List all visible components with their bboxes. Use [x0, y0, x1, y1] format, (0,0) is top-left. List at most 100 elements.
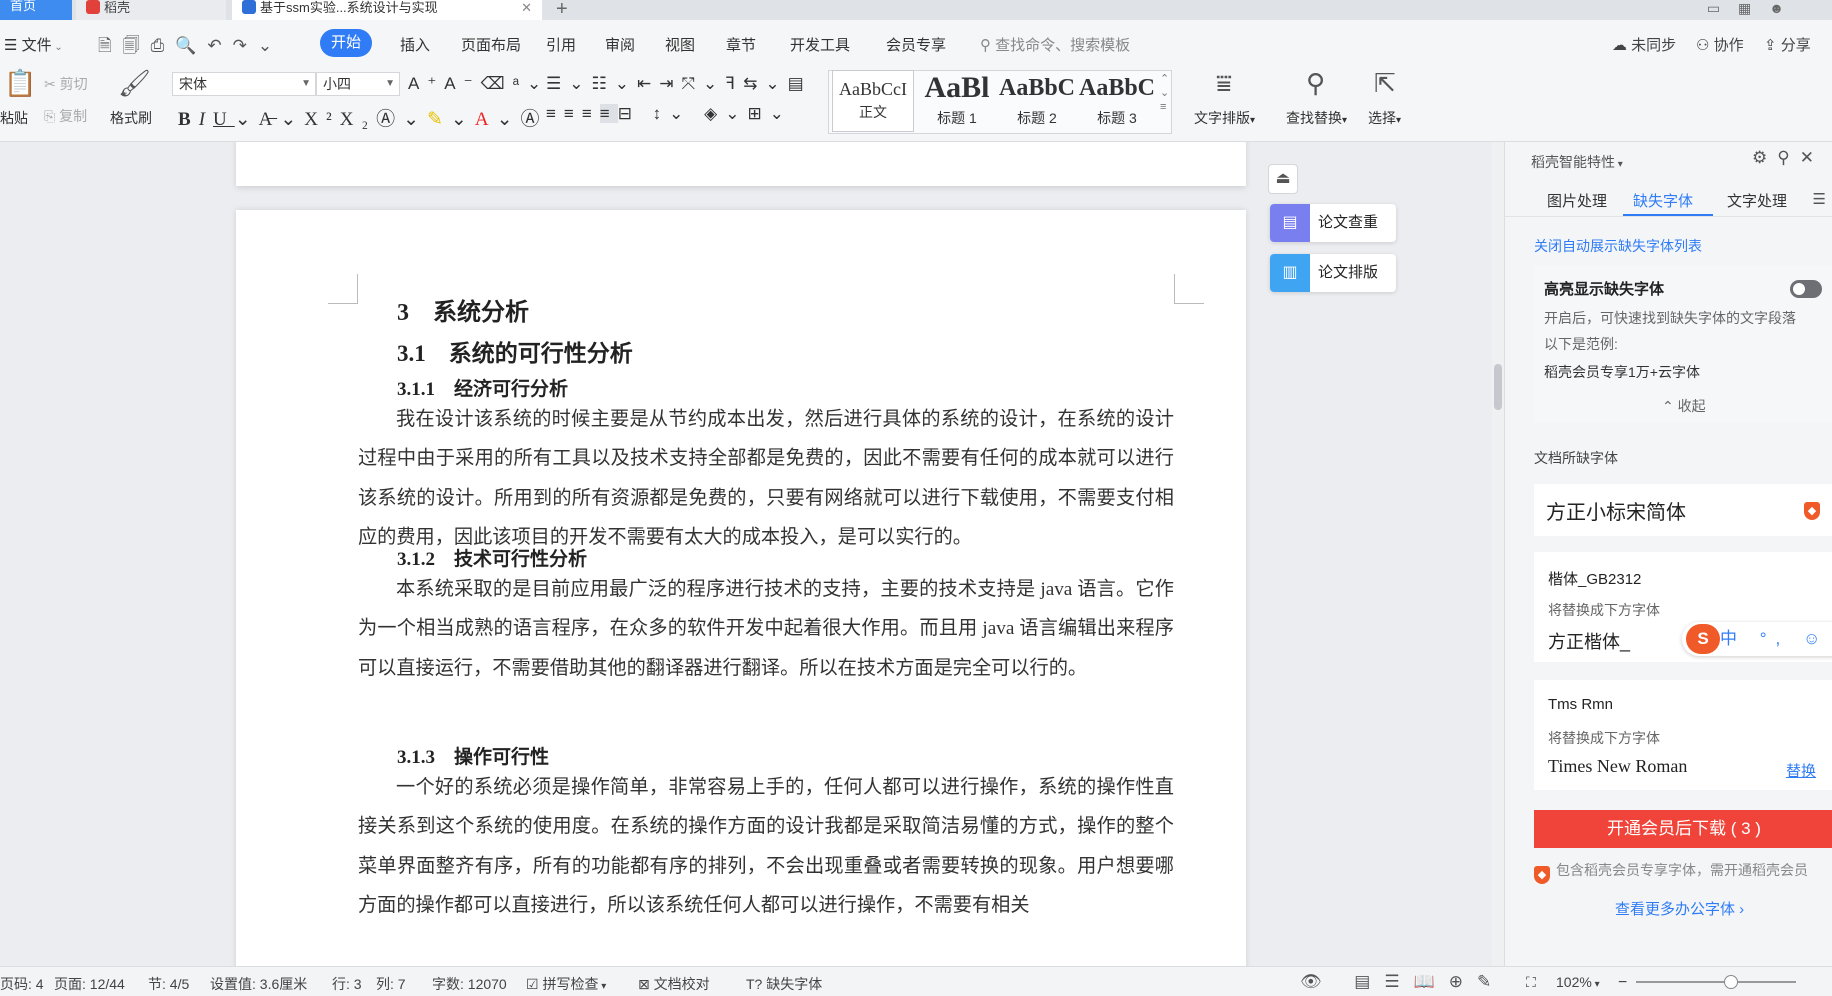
zoom-slider[interactable]	[1636, 981, 1796, 983]
sync-button[interactable]: ☁ 未同步	[1612, 34, 1676, 55]
panel-tools[interactable]: ⚙⚲✕	[1752, 148, 1824, 168]
menu-tab-developer[interactable]: 开发工具	[790, 34, 850, 55]
panel-title-label: 稻壳智能特性	[1531, 154, 1615, 170]
spell-check-button[interactable]: ☑ 拼写检查 ▾	[526, 974, 606, 994]
menu-tab-chapter[interactable]: 章节	[726, 34, 756, 55]
zoom-out-icon[interactable]: −	[1618, 974, 1627, 992]
collapse-link[interactable]: ⌃ 收起	[1662, 396, 1706, 416]
tab-document[interactable]: 基于ssm实验...系统设计与实现 ✕	[232, 0, 542, 20]
status-section[interactable]: 节: 4/5	[148, 974, 189, 994]
example-text: 稻壳会员专享1万+云字体	[1544, 364, 1700, 380]
menu-icon[interactable]: ☰	[1813, 190, 1826, 208]
document-scrollbar[interactable]	[1492, 142, 1504, 966]
copy-button[interactable]: ⎘ 复制	[44, 106, 87, 126]
font-size-tools[interactable]: A⁺A⁻⌫ᵃ⌄	[408, 74, 549, 94]
status-page[interactable]: 页面: 12/44	[54, 974, 125, 994]
menu-file[interactable]: ☰ 文件 ⌄	[4, 34, 63, 55]
tab-missing-fonts[interactable]: 缺失字体	[1633, 190, 1693, 211]
tab-text-processing[interactable]: 文字处理	[1727, 190, 1787, 211]
paper-layout-label: 论文排版	[1318, 264, 1379, 281]
list-tools[interactable]: ☰⌄☷⌄⇤⇥⤧⌄ꟻ⇆⌄▤	[546, 74, 812, 94]
menu-tab-member[interactable]: 会员专享	[886, 34, 946, 55]
collab-button[interactable]: ⚇ 协作	[1696, 34, 1744, 55]
tab-image-processing[interactable]: 图片处理	[1547, 190, 1607, 211]
chevron-down-icon: ▾	[1396, 115, 1402, 126]
download-button[interactable]: 开通会员后下载 ( 3 )	[1534, 810, 1832, 848]
missing-font-card[interactable]: 楷体_GB2312 将替换成下方字体 方正楷体_ S中 °, ☺ 🎤 ▦	[1534, 552, 1832, 662]
tab-home[interactable]: 首页	[0, 0, 72, 20]
cut-button[interactable]: ✂ 剪切	[44, 74, 88, 94]
window-controls[interactable]: ▭▦☻	[1707, 0, 1802, 17]
more-fonts-link[interactable]: 查看更多办公字体 ›	[1615, 898, 1744, 919]
style-heading1[interactable]: AaBl 标题 1	[916, 70, 998, 132]
zoom-slider-knob[interactable]	[1724, 975, 1738, 989]
menu-tab-references[interactable]: 引用	[546, 34, 576, 55]
missing-font-button[interactable]: T? 缺失字体	[746, 974, 822, 994]
document-page[interactable]: 3 系统分析 3.1 系统的可行性分析 3.1.1 经济可行分析 我在设计该系统…	[236, 210, 1246, 966]
status-position[interactable]: 设置值: 3.6厘米	[210, 974, 307, 994]
example-label: 以下是范例:	[1544, 336, 1618, 352]
highlight-toggle[interactable]	[1790, 280, 1822, 298]
font-style-tools[interactable]: BIU⌄A̶⌄X²X₂Ⓐ⌄✎⌄A⌄Ⓐ	[178, 104, 548, 131]
paste-icon[interactable]: 📋	[4, 68, 36, 99]
ime-toolbar[interactable]: S中 °, ☺ 🎤 ▦	[1682, 622, 1832, 656]
close-icon[interactable]: ✕	[1800, 148, 1824, 167]
status-page-number[interactable]: 页码: 4	[0, 974, 44, 994]
menu-tab-insert[interactable]: 插入	[400, 34, 430, 55]
collab-label: 协作	[1713, 37, 1744, 54]
tab-daoke[interactable]: 稻壳	[76, 0, 226, 20]
quick-access-toolbar[interactable]: 🗎🗐⎙🔍↶↷⌄	[98, 33, 283, 62]
command-search-placeholder: 查找命令、搜索模板	[995, 37, 1131, 54]
paper-layout-button[interactable]: ▥ 论文排版	[1270, 254, 1396, 292]
share-label: 分享	[1780, 37, 1811, 54]
proofread-button[interactable]: ⊠ 文档校对	[638, 974, 710, 994]
menu-tab-layout[interactable]: 页面布局	[461, 34, 521, 55]
font-name-value: 宋体	[179, 76, 207, 92]
style-normal[interactable]: AaBbCcI 正文	[832, 70, 914, 132]
pin-icon[interactable]: ⚲	[1777, 148, 1799, 167]
gear-icon[interactable]: ⚙	[1752, 148, 1777, 167]
missing-font-card[interactable]: 方正小标宋简体 ◆	[1534, 484, 1832, 536]
text-layout-icon[interactable]: ⩸	[1216, 68, 1232, 100]
menu-tab-review[interactable]: 审阅	[605, 34, 635, 55]
command-search[interactable]: ⚲ 查找命令、搜索模板	[980, 34, 1130, 55]
user-icon: ⚇	[1696, 37, 1714, 54]
style-heading2[interactable]: AaBbC 标题 2	[996, 70, 1078, 132]
find-replace-button[interactable]: 查找替换▾	[1286, 108, 1347, 128]
document-area[interactable]: 3 系统分析 3.1 系统的可行性分析 3.1.1 经济可行分析 我在设计该系统…	[0, 142, 1504, 966]
share-button[interactable]: ⇪ 分享	[1764, 34, 1811, 55]
font-name-select[interactable]: 宋体 ▼	[172, 72, 316, 96]
status-word-count[interactable]: 字数: 12070	[432, 974, 507, 994]
view-mode-icons[interactable]: 👁 ▤☰📖⊕✎	[1300, 972, 1505, 992]
auto-show-toggle-link[interactable]: 关闭自动展示缺失字体列表	[1534, 236, 1702, 256]
close-tab-icon[interactable]: ✕	[521, 1, 532, 14]
format-painter-icon[interactable]: 🖌	[118, 68, 151, 99]
paste-button[interactable]: 粘贴	[0, 108, 28, 128]
menu-tab-view[interactable]: 视图	[665, 34, 695, 55]
crop-mark	[328, 274, 358, 304]
vip-note: ◆ 包含稻壳会员专享字体，需开通稻壳会员	[1534, 860, 1808, 884]
vip-note-text: 包含稻壳会员专享字体，需开通稻壳会员	[1556, 862, 1808, 878]
spell-check-label: 拼写检查	[542, 976, 599, 992]
magnifier-icon[interactable]: ⚲	[1306, 68, 1325, 99]
menu-tab-start[interactable]: 开始	[320, 29, 372, 57]
new-tab-icon[interactable]: +	[556, 0, 568, 21]
paper-check-button[interactable]: ▤ 论文查重	[1270, 204, 1396, 242]
select-button[interactable]: 选择▾	[1368, 108, 1401, 128]
align-tools[interactable]: ≡≡≡≡⊟ ↕⌄ ◈⌄⊞⌄	[546, 104, 792, 124]
chevron-down-icon: ▾	[1342, 115, 1348, 126]
panel-title[interactable]: 稻壳智能特性 ▾	[1531, 152, 1623, 172]
style-gallery-scroll[interactable]: ⌃ ⌄ ≡	[1160, 72, 1169, 114]
format-painter-button[interactable]: 格式刷	[110, 108, 152, 128]
zoom-fit-icon[interactable]: ⛶	[1526, 974, 1536, 991]
text-layout-button[interactable]: 文字排版▾	[1194, 108, 1255, 128]
font-size-select[interactable]: 小四 ▼	[316, 72, 400, 96]
cursor-icon[interactable]: ⇱	[1374, 68, 1396, 99]
zoom-level[interactable]: 102% ▾	[1556, 974, 1600, 990]
scrollbar-thumb[interactable]	[1494, 364, 1502, 410]
collapse-up-icon[interactable]: ⏏	[1268, 164, 1298, 194]
style-heading3[interactable]: AaBbC 标题 3	[1076, 70, 1158, 132]
replace-link[interactable]: 替换	[1786, 760, 1816, 781]
missing-font-card[interactable]: Tms Rmn 将替换成下方字体 Times New Roman 替换	[1534, 680, 1832, 790]
vip-shield-icon: ◆	[1534, 866, 1550, 884]
